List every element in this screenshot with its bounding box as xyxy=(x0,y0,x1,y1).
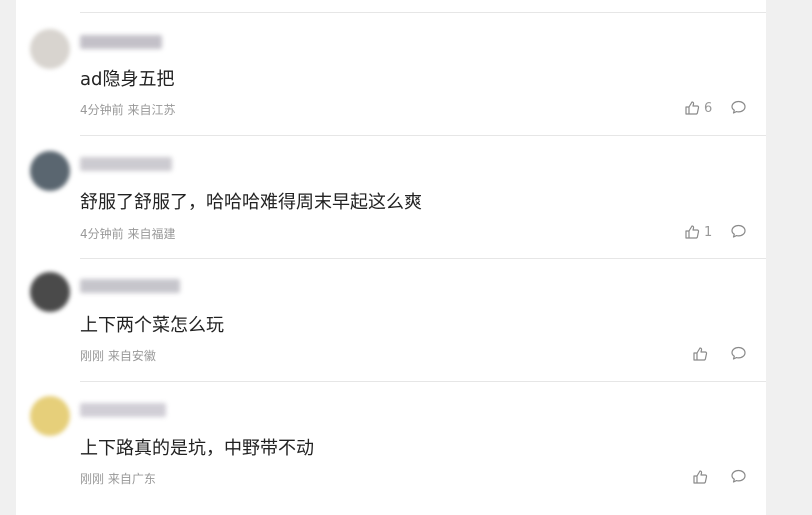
comment-location: 来自广东 xyxy=(107,472,156,486)
comment-item: 上下路真的是坑，中野带不动 刚刚 来自广东 xyxy=(16,382,766,505)
speech-bubble-icon xyxy=(730,99,748,116)
comment-time: 刚刚 xyxy=(80,472,105,486)
comment-time: 4分钟前 xyxy=(80,103,124,117)
avatar[interactable] xyxy=(30,396,70,436)
comment-time: 4分钟前 xyxy=(80,227,124,241)
comment-location: 来自福建 xyxy=(127,227,176,241)
comment-location: 来自安徽 xyxy=(107,349,156,363)
reply-button[interactable] xyxy=(730,99,748,117)
speech-bubble-icon xyxy=(730,468,748,485)
comment-meta: 4分钟前 来自福建 xyxy=(80,225,175,242)
comment-meta: 刚刚 来自广东 xyxy=(80,470,156,487)
comment-item: 上下两个菜怎么玩 刚刚 来自安徽 xyxy=(16,259,766,382)
like-button[interactable]: 1 xyxy=(684,223,712,241)
comment-time: 刚刚 xyxy=(80,349,105,363)
like-button[interactable] xyxy=(692,468,712,486)
thumbs-up-icon xyxy=(684,224,700,240)
thumbs-up-icon xyxy=(692,469,708,485)
thumbs-up-icon xyxy=(692,346,708,362)
like-button[interactable] xyxy=(692,345,712,363)
speech-bubble-icon xyxy=(730,345,748,362)
comment-text: 上下路真的是坑，中野带不动 xyxy=(80,438,314,459)
reply-button[interactable] xyxy=(730,468,748,486)
username-blurred[interactable] xyxy=(80,279,180,293)
comment-text: 上下两个菜怎么玩 xyxy=(80,315,224,336)
comment-meta: 刚刚 来自安徽 xyxy=(80,347,156,364)
like-button[interactable]: 6 xyxy=(684,99,712,117)
username-blurred[interactable] xyxy=(80,403,166,417)
like-count: 1 xyxy=(704,224,713,240)
thumbs-up-icon xyxy=(684,100,700,116)
username-blurred[interactable] xyxy=(80,35,162,49)
comment-text: 舒服了舒服了，哈哈哈难得周末早起这么爽 xyxy=(80,192,422,213)
comment-text: ad隐身五把 xyxy=(80,69,175,90)
comment-item: ad隐身五把 4分钟前 来自江苏 6 xyxy=(16,13,766,136)
comment-panel: ad隐身五把 4分钟前 来自江苏 6 舒服了舒服了，哈哈哈难得周末早起这么爽 4… xyxy=(16,0,766,515)
comment-item: 舒服了舒服了，哈哈哈难得周末早起这么爽 4分钟前 来自福建 1 xyxy=(16,136,766,259)
reply-button[interactable] xyxy=(730,345,748,363)
comment-meta: 4分钟前 来自江苏 xyxy=(80,101,175,118)
reply-button[interactable] xyxy=(730,223,748,241)
username-blurred[interactable] xyxy=(80,157,172,171)
avatar[interactable] xyxy=(30,151,70,191)
speech-bubble-icon xyxy=(730,223,748,240)
comment-location: 来自江苏 xyxy=(127,103,176,117)
avatar[interactable] xyxy=(30,29,70,69)
like-count: 6 xyxy=(704,100,713,116)
avatar[interactable] xyxy=(30,272,70,312)
